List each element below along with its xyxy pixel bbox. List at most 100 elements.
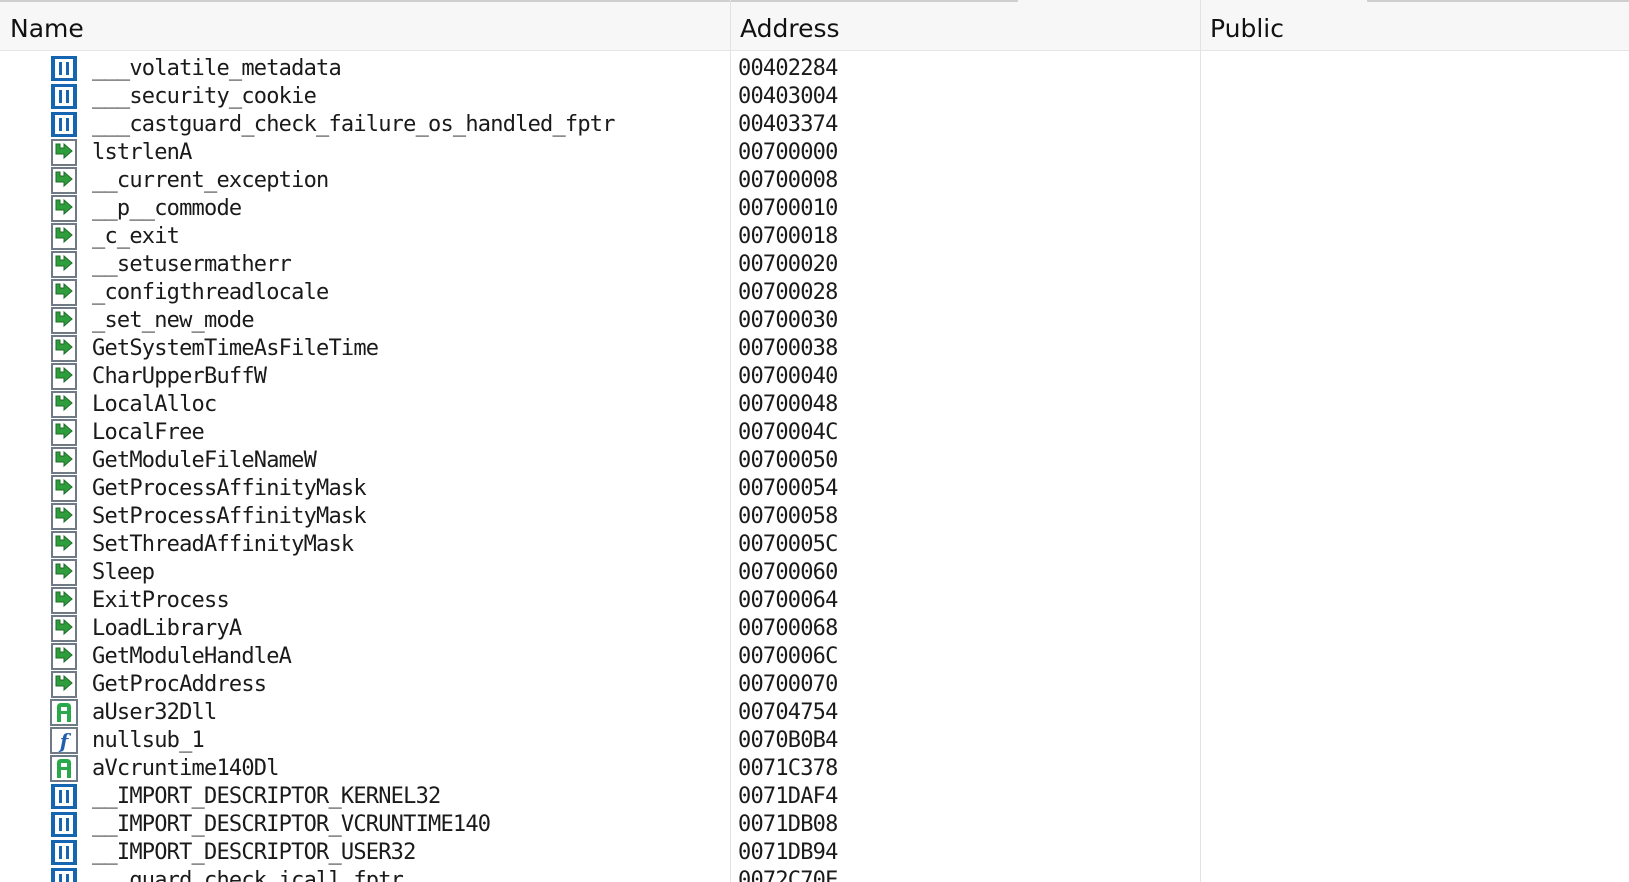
row-address: 00402284 (738, 56, 838, 81)
row-address: 0071DB94 (738, 840, 838, 865)
table-row[interactable]: SetProcessAffinityMask 00700058 (0, 502, 1629, 530)
row-address: 00403374 (738, 112, 838, 137)
row-address: 0071DAF4 (738, 784, 838, 809)
import-icon (50, 307, 78, 334)
row-name: __IMPORT_DESCRIPTOR_KERNEL32 (92, 784, 441, 809)
table-row[interactable]: _c_exit 00700018 (0, 222, 1629, 250)
row-address: 00700054 (738, 476, 838, 501)
table-row[interactable]: _configthreadlocale 00700028 (0, 278, 1629, 306)
row-address: 00700040 (738, 364, 838, 389)
table-row[interactable]: GetProcAddress 00700070 (0, 670, 1629, 698)
column-header-public[interactable]: Public (1200, 0, 1629, 51)
column-header-address[interactable]: Address (730, 0, 1200, 51)
names-list: ___volatile_metadata 00402284 ___security_… (0, 54, 1629, 882)
table-row[interactable]: __setusermatherr 00700020 (0, 250, 1629, 278)
import-icon (50, 503, 78, 530)
row-address: 00700010 (738, 196, 838, 221)
row-name: aVcruntime140Dl (92, 756, 279, 781)
table-row[interactable]: __p__commode 00700010 (0, 194, 1629, 222)
table-row[interactable]: GetModuleHandleA 0070006C (0, 642, 1629, 670)
table-row[interactable]: __current_exception 00700008 (0, 166, 1629, 194)
row-name: ___security_cookie (92, 84, 317, 109)
table-row[interactable]: LocalAlloc 00700048 (0, 390, 1629, 418)
table-row[interactable]: CharUpperBuffW 00700040 (0, 362, 1629, 390)
row-name: SetProcessAffinityMask (92, 504, 367, 529)
table-row[interactable]: ___guard_check_icall_fptr 0072C70E (0, 866, 1629, 882)
table-row[interactable]: ___security_cookie 00403004 (0, 82, 1629, 110)
row-name: ExitProcess (92, 588, 230, 613)
row-name: CharUpperBuffW (92, 364, 267, 389)
table-row[interactable]: ExitProcess 00700064 (0, 586, 1629, 614)
import-icon (50, 279, 78, 306)
table-row[interactable]: GetSystemTimeAsFileTime 00700038 (0, 334, 1629, 362)
import-icon (50, 335, 78, 362)
import-icon (50, 419, 78, 446)
names-window: Name Address Public ___volatile_metadata… (0, 0, 1629, 882)
import-icon (50, 587, 78, 614)
table-row[interactable]: ___castguard_check_failure_os_handled_fp… (0, 110, 1629, 138)
data-icon (50, 55, 78, 82)
table-row[interactable]: __IMPORT_DESCRIPTOR_USER32 0071DB94 (0, 838, 1629, 866)
row-name: SetThreadAffinityMask (92, 532, 354, 557)
column-header-bar: Name Address Public (0, 0, 1629, 51)
row-address: 00700038 (738, 336, 838, 361)
row-address: 00700030 (738, 308, 838, 333)
row-name: ___guard_check_icall_fptr (92, 868, 404, 882)
column-header-name[interactable]: Name (0, 0, 730, 51)
row-address: 0071DB08 (738, 812, 838, 837)
table-row[interactable]: SetThreadAffinityMask 0070005C (0, 530, 1629, 558)
table-row[interactable]: f nullsub_1 0070B0B4 (0, 726, 1629, 754)
row-name: nullsub_1 (92, 728, 205, 753)
row-name: __IMPORT_DESCRIPTOR_USER32 (92, 840, 416, 865)
row-name: lstrlenA (92, 140, 192, 165)
row-address: 0070004C (738, 420, 838, 445)
table-row[interactable]: aUser32Dll 00704754 (0, 698, 1629, 726)
table-row[interactable]: LoadLibraryA 00700068 (0, 614, 1629, 642)
table-row[interactable]: Sleep 00700060 (0, 558, 1629, 586)
row-address: 0070B0B4 (738, 728, 838, 753)
row-name: __IMPORT_DESCRIPTOR_VCRUNTIME140 (92, 812, 491, 837)
import-icon (50, 139, 78, 166)
table-row[interactable]: __IMPORT_DESCRIPTOR_VCRUNTIME140 0071DB08 (0, 810, 1629, 838)
table-row[interactable]: LocalFree 0070004C (0, 418, 1629, 446)
row-address: 00704754 (738, 700, 838, 725)
row-address: 00700070 (738, 672, 838, 697)
row-address: 00700068 (738, 616, 838, 641)
row-address: 00700020 (738, 252, 838, 277)
row-address: 0072C70E (738, 868, 838, 882)
row-name: GetModuleFileNameW (92, 448, 317, 473)
import-icon (50, 363, 78, 390)
data-icon (50, 839, 78, 866)
row-address: 0070005C (738, 532, 838, 557)
import-icon (50, 251, 78, 278)
row-name: GetProcAddress (92, 672, 267, 697)
row-name: aUser32Dll (92, 700, 217, 725)
row-name: __current_exception (92, 168, 329, 193)
table-row[interactable]: GetModuleFileNameW 00700050 (0, 446, 1629, 474)
row-name: GetModuleHandleA (92, 644, 292, 669)
import-icon (50, 559, 78, 586)
table-row[interactable]: GetProcessAffinityMask 00700054 (0, 474, 1629, 502)
table-row[interactable]: ___volatile_metadata 00402284 (0, 54, 1629, 82)
row-name: _c_exit (92, 224, 180, 249)
row-address: 00700050 (738, 448, 838, 473)
row-address: 00700000 (738, 140, 838, 165)
string-icon (50, 755, 78, 782)
data-icon (50, 811, 78, 838)
row-name: LocalFree (92, 420, 205, 445)
table-row[interactable]: _set_new_mode 00700030 (0, 306, 1629, 334)
row-address: 00700018 (738, 224, 838, 249)
import-icon (50, 643, 78, 670)
row-name: ___volatile_metadata (92, 56, 342, 81)
table-row[interactable]: aVcruntime140Dl 0071C378 (0, 754, 1629, 782)
row-name: __p__commode (92, 196, 242, 221)
table-row[interactable]: lstrlenA 00700000 (0, 138, 1629, 166)
table-row[interactable]: __IMPORT_DESCRIPTOR_KERNEL32 0071DAF4 (0, 782, 1629, 810)
row-name: _set_new_mode (92, 308, 255, 333)
row-name: ___castguard_check_failure_os_handled_fp… (92, 112, 616, 137)
import-icon (50, 615, 78, 642)
row-name: LoadLibraryA (92, 616, 242, 641)
data-icon (50, 111, 78, 138)
function-icon: f (50, 727, 78, 754)
row-address: 00700008 (738, 168, 838, 193)
